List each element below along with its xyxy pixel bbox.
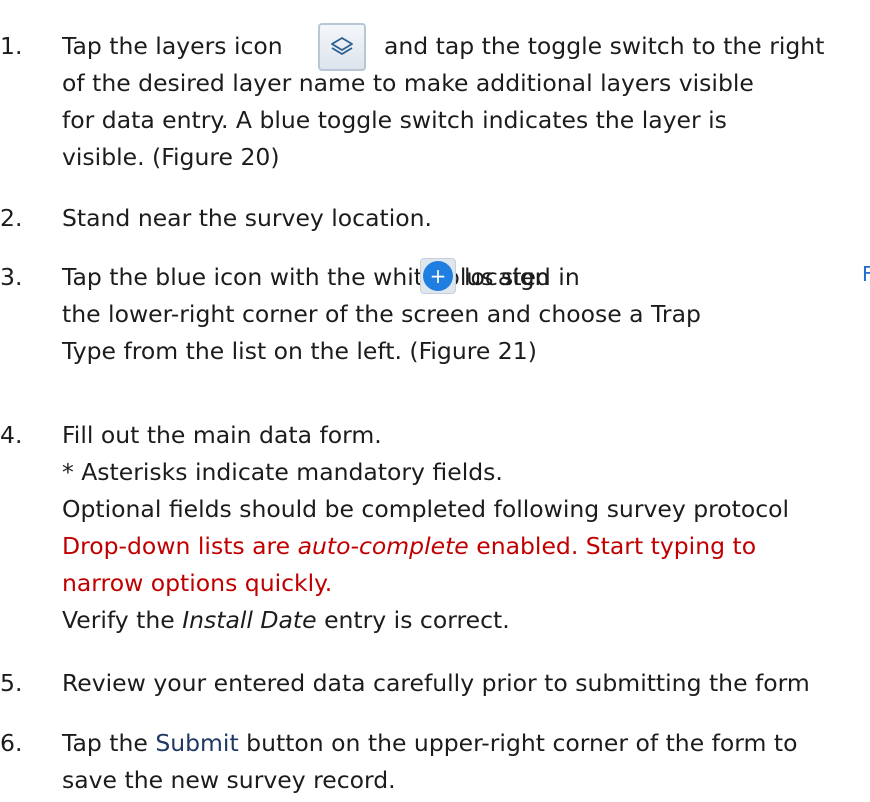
text-run: button on the upper-right corner of the … — [246, 729, 798, 757]
step-text-part: Tap the Submit button on the upper-right… — [62, 727, 797, 759]
step-text-part: Fill out the main data form. — [62, 421, 382, 449]
step-1-line-1-tail: and tap the toggle switch to the right — [384, 30, 824, 62]
text-run: Tap the — [62, 729, 148, 757]
step-text-part: Tap the layers icon — [62, 32, 283, 60]
step-text-part: located in — [464, 263, 580, 291]
step-number: 2. — [0, 204, 23, 232]
plus-icon: + — [423, 261, 453, 291]
emphasis-text: auto-complete — [297, 532, 469, 560]
step-text-part: for data entry. A blue toggle switch ind… — [62, 106, 727, 134]
submit-word: Submit — [155, 729, 239, 757]
layers-icon — [331, 37, 353, 55]
step-number: 1. — [0, 32, 23, 60]
add-feature-button[interactable]: + — [420, 258, 456, 294]
step-text-part: Type from the list on the left. (Figure … — [62, 337, 537, 365]
layers-button[interactable] — [318, 23, 366, 71]
step-text-part: of the desired layer name to make additi… — [62, 69, 754, 97]
step-text-part: Review your entered data carefully prior… — [62, 669, 810, 697]
step-text-part: Optional fields should be completed foll… — [62, 495, 790, 523]
step-text-part: Drop-down lists are auto-complete enable… — [62, 530, 756, 562]
step-3-line-1-tail: located in — [464, 261, 580, 293]
step-number: 4. — [0, 421, 23, 449]
step-text-part: save the new survey record. — [62, 766, 396, 794]
step-text-part: narrow options quickly. — [62, 569, 333, 597]
text-run: Verify the — [62, 606, 175, 634]
text-run: enabled. Start typing to — [476, 532, 757, 560]
emphasis-text: Install Date — [182, 606, 317, 634]
step-text-part: Stand near the survey location. — [62, 204, 432, 232]
step-number: 6. — [0, 729, 23, 757]
step-text-part: the lower-right corner of the screen and… — [62, 300, 701, 328]
step-number: 3. — [0, 263, 23, 291]
step-text-part: and tap the toggle switch to the right — [384, 32, 825, 60]
text-run: Drop-down lists are — [62, 532, 291, 560]
step-number: 5. — [0, 669, 23, 697]
step-text-part: visible. (Figure 20) — [62, 143, 280, 171]
text-run: entry is correct. — [324, 606, 510, 634]
step-text-part: * Asterisks indicate mandatory fields. — [62, 458, 503, 486]
figure-label-fragment: F — [862, 262, 870, 286]
step-text-part: Verify the Install Date entry is correct… — [62, 604, 510, 636]
step-text: Tap the layers icon — [62, 30, 283, 62]
